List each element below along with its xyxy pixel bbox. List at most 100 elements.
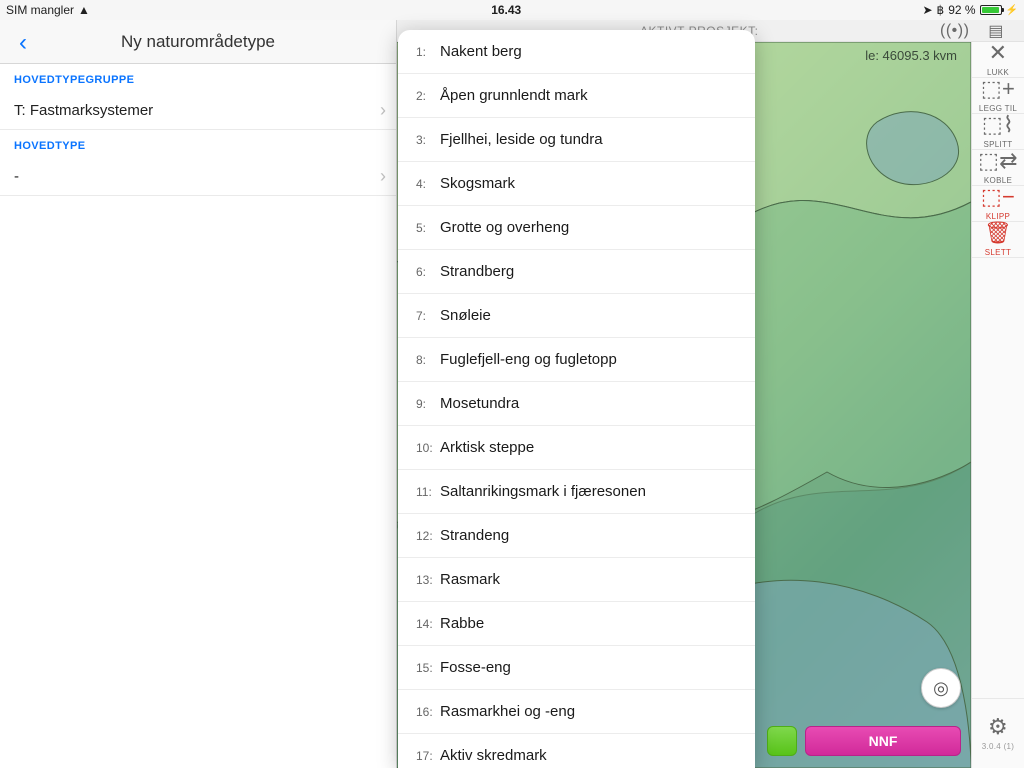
tool-koble[interactable]: ⬚⇄KOBLE bbox=[972, 150, 1024, 186]
panel-title: Ny naturområdetype bbox=[121, 32, 275, 52]
charging-icon: ⚡ bbox=[1006, 5, 1018, 16]
hovedtype-picker-scroll[interactable]: 1:Nakent berg2:Åpen grunnlendt mark3:Fje… bbox=[398, 30, 755, 768]
option-label: Nakent berg bbox=[440, 43, 522, 60]
option-index: 8: bbox=[416, 353, 440, 367]
tool-splitt[interactable]: ⬚⌇SPLITT bbox=[972, 114, 1024, 150]
option-label: Skogsmark bbox=[440, 175, 515, 192]
option-label: Mosetundra bbox=[440, 395, 519, 412]
option-label: Aktiv skredmark bbox=[440, 747, 547, 764]
leggtil-icon: ⬚+ bbox=[981, 78, 1015, 100]
left-panel: ‹ Ny naturområdetype HOVEDTYPEGRUPPE T: … bbox=[0, 20, 397, 768]
nnf-button[interactable]: NNF bbox=[805, 726, 961, 756]
locate-button[interactable]: ◎ bbox=[921, 668, 961, 708]
option-index: 15: bbox=[416, 661, 440, 675]
hovedtype-option[interactable]: 1:Nakent berg bbox=[398, 30, 755, 74]
option-index: 9: bbox=[416, 397, 440, 411]
hovedtype-option[interactable]: 16:Rasmarkhei og -eng bbox=[398, 690, 755, 734]
hovedtype-value: - bbox=[14, 168, 19, 185]
koble-icon: ⬚⇄ bbox=[978, 150, 1018, 172]
tool-leggtil[interactable]: ⬚+LEGG TIL bbox=[972, 78, 1024, 114]
broadcast-icon[interactable]: ((•)) bbox=[940, 22, 968, 40]
hovedtype-option[interactable]: 7:Snøleie bbox=[398, 294, 755, 338]
option-label: Åpen grunnlendt mark bbox=[440, 87, 588, 104]
option-index: 16: bbox=[416, 705, 440, 719]
option-label: Rabbe bbox=[440, 615, 484, 632]
option-label: Rasmarkhei og -eng bbox=[440, 703, 575, 720]
option-index: 4: bbox=[416, 177, 440, 191]
settings-button[interactable]: ⚙ 3.0.4 (1) bbox=[972, 698, 1024, 768]
chevron-right-icon: › bbox=[380, 100, 386, 121]
option-label: Saltanrikingsmark i fjæresonen bbox=[440, 483, 646, 500]
gear-icon: ⚙ bbox=[988, 716, 1008, 738]
option-index: 14: bbox=[416, 617, 440, 631]
option-label: Grotte og overheng bbox=[440, 219, 569, 236]
tool-klipp[interactable]: ⬚−KLIPP bbox=[972, 186, 1024, 222]
hovedtype-option[interactable]: 9:Mosetundra bbox=[398, 382, 755, 426]
bluetooth-icon: ฿ bbox=[937, 3, 945, 17]
carrier-label: SIM mangler bbox=[6, 3, 74, 17]
hovedtype-option[interactable]: 5:Grotte og overheng bbox=[398, 206, 755, 250]
layers-icon[interactable]: ▤ bbox=[982, 21, 1010, 41]
hovedtype-option[interactable]: 15:Fosse-eng bbox=[398, 646, 755, 690]
hovedtype-option[interactable]: 3:Fjellhei, leside og tundra bbox=[398, 118, 755, 162]
nnf-button-label: NNF bbox=[869, 733, 898, 749]
option-label: Fosse-eng bbox=[440, 659, 511, 676]
option-index: 17: bbox=[416, 749, 440, 763]
hovedtype-option[interactable]: 10:Arktisk steppe bbox=[398, 426, 755, 470]
hovedtype-option[interactable]: 6:Strandberg bbox=[398, 250, 755, 294]
option-label: Snøleie bbox=[440, 307, 491, 324]
version-label: 3.0.4 (1) bbox=[982, 742, 1015, 751]
battery-icon bbox=[980, 5, 1002, 15]
hovedtype-row[interactable]: - › bbox=[0, 158, 396, 196]
wifi-icon: ▲ bbox=[78, 3, 90, 17]
option-label: Arktisk steppe bbox=[440, 439, 534, 456]
hovedtype-option[interactable]: 2:Åpen grunnlendt mark bbox=[398, 74, 755, 118]
chevron-left-icon: ‹ bbox=[19, 29, 27, 57]
option-label: Fjellhei, leside og tundra bbox=[440, 131, 603, 148]
polygon-area-readout: le: 46095.3 kvm bbox=[865, 48, 957, 63]
battery-pct: 92 % bbox=[948, 3, 975, 17]
tool-label: SLETT bbox=[985, 248, 1011, 257]
hovedtypegruppe-row[interactable]: T: Fastmarksystemer › bbox=[0, 92, 396, 130]
option-index: 7: bbox=[416, 309, 440, 323]
chevron-right-icon: › bbox=[380, 166, 386, 187]
option-index: 1: bbox=[416, 45, 440, 59]
slett-icon: 🗑 bbox=[984, 222, 1012, 244]
klipp-icon: ⬚− bbox=[981, 186, 1015, 208]
option-label: Strandberg bbox=[440, 263, 514, 280]
tool-sidebar: ✕LUKK⬚+LEGG TIL⬚⌇SPLITT⬚⇄KOBLE⬚−KLIPP🗑 SL… bbox=[971, 42, 1024, 768]
option-index: 12: bbox=[416, 529, 440, 543]
hovedtypegruppe-value: T: Fastmarksystemer bbox=[14, 102, 153, 119]
hovedtypegruppe-label: HOVEDTYPEGRUPPE bbox=[0, 64, 396, 92]
option-index: 5: bbox=[416, 221, 440, 235]
option-label: Rasmark bbox=[440, 571, 500, 588]
crosshair-icon: ◎ bbox=[933, 678, 949, 699]
confirm-button[interactable] bbox=[767, 726, 797, 756]
hovedtype-picker: 1:Nakent berg2:Åpen grunnlendt mark3:Fje… bbox=[398, 30, 755, 768]
option-label: Fuglefjell-eng og fugletopp bbox=[440, 351, 617, 368]
option-index: 10: bbox=[416, 441, 440, 455]
splitt-icon: ⬚⌇ bbox=[982, 114, 1014, 136]
tool-lukk[interactable]: ✕LUKK bbox=[972, 42, 1024, 78]
tool-slett[interactable]: 🗑 SLETT bbox=[972, 222, 1024, 258]
hovedtype-option[interactable]: 17:Aktiv skredmark bbox=[398, 734, 755, 768]
option-index: 3: bbox=[416, 133, 440, 147]
hovedtype-option[interactable]: 13:Rasmark bbox=[398, 558, 755, 602]
hovedtype-option[interactable]: 14:Rabbe bbox=[398, 602, 755, 646]
status-bar: SIM mangler ▲ 16.43 ➤ ฿ 92 % ⚡ bbox=[0, 0, 1024, 20]
option-index: 11: bbox=[416, 485, 440, 499]
back-button[interactable]: ‹ bbox=[8, 28, 38, 58]
hovedtype-option[interactable]: 8:Fuglefjell-eng og fugletopp bbox=[398, 338, 755, 382]
hovedtype-option[interactable]: 12:Strandeng bbox=[398, 514, 755, 558]
lukk-icon: ✕ bbox=[989, 42, 1008, 64]
hovedtype-label: HOVEDTYPE bbox=[0, 130, 396, 158]
option-index: 2: bbox=[416, 89, 440, 103]
option-index: 13: bbox=[416, 573, 440, 587]
hovedtype-option[interactable]: 4:Skogsmark bbox=[398, 162, 755, 206]
clock: 16.43 bbox=[90, 3, 923, 17]
location-arrow-icon: ➤ bbox=[922, 3, 932, 17]
option-index: 6: bbox=[416, 265, 440, 279]
panel-header: ‹ Ny naturområdetype bbox=[0, 20, 396, 64]
hovedtype-option[interactable]: 11:Saltanrikingsmark i fjæresonen bbox=[398, 470, 755, 514]
option-label: Strandeng bbox=[440, 527, 509, 544]
